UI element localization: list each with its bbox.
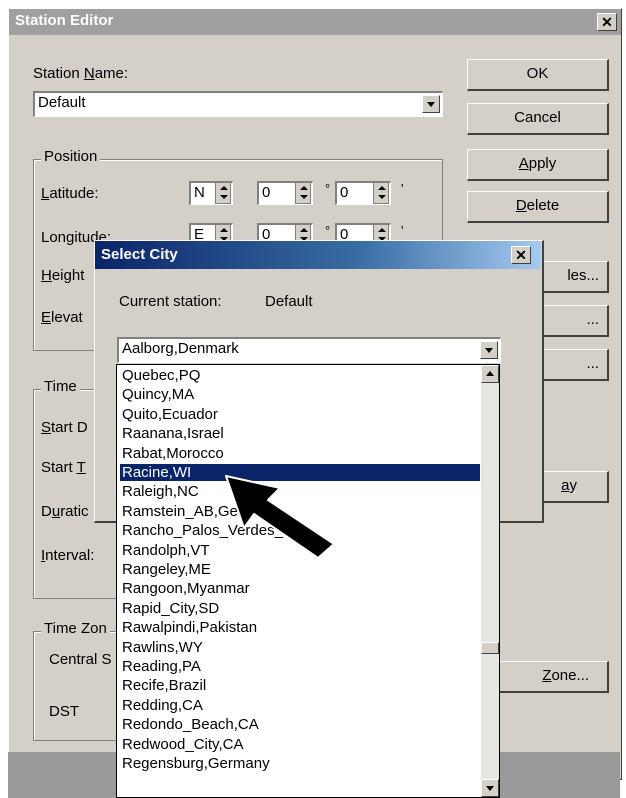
spin-up-icon [220, 228, 228, 232]
spin-up-icon [300, 228, 308, 232]
station-name-dropdown-button[interactable] [422, 95, 440, 113]
city-list-scrollbar[interactable] [481, 365, 499, 797]
city-list-item[interactable]: Rangeley,ME [120, 561, 480, 578]
dst-label: DST [49, 703, 79, 720]
current-station-value: Default [265, 293, 313, 310]
spin-up-icon [378, 228, 386, 232]
interval-label: Interval: [41, 547, 95, 564]
select-city-titlebar: Select City ✕ [95, 241, 541, 269]
latitude-label: Latitude: [41, 185, 99, 202]
ok-button[interactable]: OK [467, 59, 609, 91]
city-combo[interactable]: Aalborg,Denmark [117, 337, 501, 363]
apply-button[interactable]: Apply [467, 149, 609, 181]
city-list-item[interactable]: Redding,CA [120, 697, 480, 714]
spin-down-icon [300, 195, 308, 199]
start-time-label: Start T [41, 459, 86, 476]
minute-symbol: ' [401, 181, 404, 196]
city-list-item[interactable]: Rangoon,Myanmar [120, 580, 480, 597]
select-city-close-button[interactable]: ✕ [511, 246, 531, 264]
start-date-label: Start D [41, 419, 88, 436]
black-arrow-icon [225, 475, 335, 559]
latitude-degrees-spinner[interactable] [295, 182, 311, 204]
current-station-label: Current station: [119, 293, 222, 310]
city-list-item[interactable]: Rawalpindi,Pakistan [120, 619, 480, 636]
duration-label: Duratic [41, 503, 89, 520]
city-list-item[interactable]: Rabat,Morocco [120, 445, 480, 462]
city-list-item[interactable]: Quincy,MA [120, 386, 480, 403]
position-legend: Position [41, 149, 101, 165]
close-icon: ✕ [515, 247, 527, 263]
city-list-item[interactable]: Redondo_Beach,CA [120, 716, 480, 733]
city-list-item[interactable]: Quito,Ecuador [120, 406, 480, 423]
select-city-title: Select City [101, 246, 178, 263]
chevron-down-icon [486, 786, 494, 791]
station-editor-close-button[interactable]: ✕ [597, 13, 617, 31]
degree-symbol: ° [325, 223, 331, 238]
elevation-label: Elevat [41, 309, 83, 326]
chevron-up-icon [486, 371, 494, 376]
spin-up-icon [300, 186, 308, 190]
degree-symbol: ° [325, 181, 331, 196]
city-list-item[interactable]: Recife,Brazil [120, 677, 480, 694]
chevron-down-icon [485, 348, 493, 353]
city-list-item[interactable]: Reading,PA [120, 658, 480, 675]
station-editor-titlebar: Station Editor ✕ [9, 9, 621, 35]
latitude-minutes-spinner[interactable] [373, 182, 389, 204]
central-standard-label: Central S [49, 651, 112, 668]
latitude-hemisphere-spinner[interactable] [215, 182, 231, 204]
station-name-combo[interactable]: Default [33, 91, 443, 117]
station-name-value: Default [38, 94, 86, 111]
city-combo-value: Aalborg,Denmark [122, 340, 239, 357]
station-name-label: Station Name: [33, 65, 129, 82]
city-list-item[interactable]: Raanana,Israel [120, 425, 480, 442]
delete-button[interactable]: Delete [467, 191, 609, 223]
time-zone-legend: Time Zon [41, 621, 110, 637]
minute-symbol: ' [401, 223, 404, 238]
height-label: Height [41, 267, 85, 284]
spin-down-icon [220, 195, 228, 199]
city-list-item[interactable]: Regensburg,Germany [120, 755, 480, 772]
city-dropdown-button[interactable] [480, 341, 498, 359]
time-legend: Time [41, 379, 80, 395]
city-list-item[interactable]: Rapid_City,SD [120, 600, 480, 617]
station-editor-title: Station Editor [15, 12, 114, 29]
scroll-down-button[interactable] [481, 779, 499, 797]
spin-down-icon [378, 195, 386, 199]
city-list-item[interactable]: Redwood_City,CA [120, 736, 480, 753]
city-dropdown-list[interactable]: Quebec,PQ Quincy,MA Quito,Ecuador Raanana,I… [116, 364, 500, 798]
cancel-button[interactable]: Cancel [467, 103, 609, 135]
city-list-item[interactable]: Rawlins,WY [120, 639, 480, 656]
scroll-up-button[interactable] [481, 365, 499, 383]
spin-up-icon [220, 186, 228, 190]
scroll-thumb[interactable] [481, 642, 499, 654]
close-icon: ✕ [601, 14, 613, 30]
spin-up-icon [378, 186, 386, 190]
chevron-down-icon [427, 102, 435, 107]
city-list-item[interactable]: Quebec,PQ [120, 367, 480, 384]
